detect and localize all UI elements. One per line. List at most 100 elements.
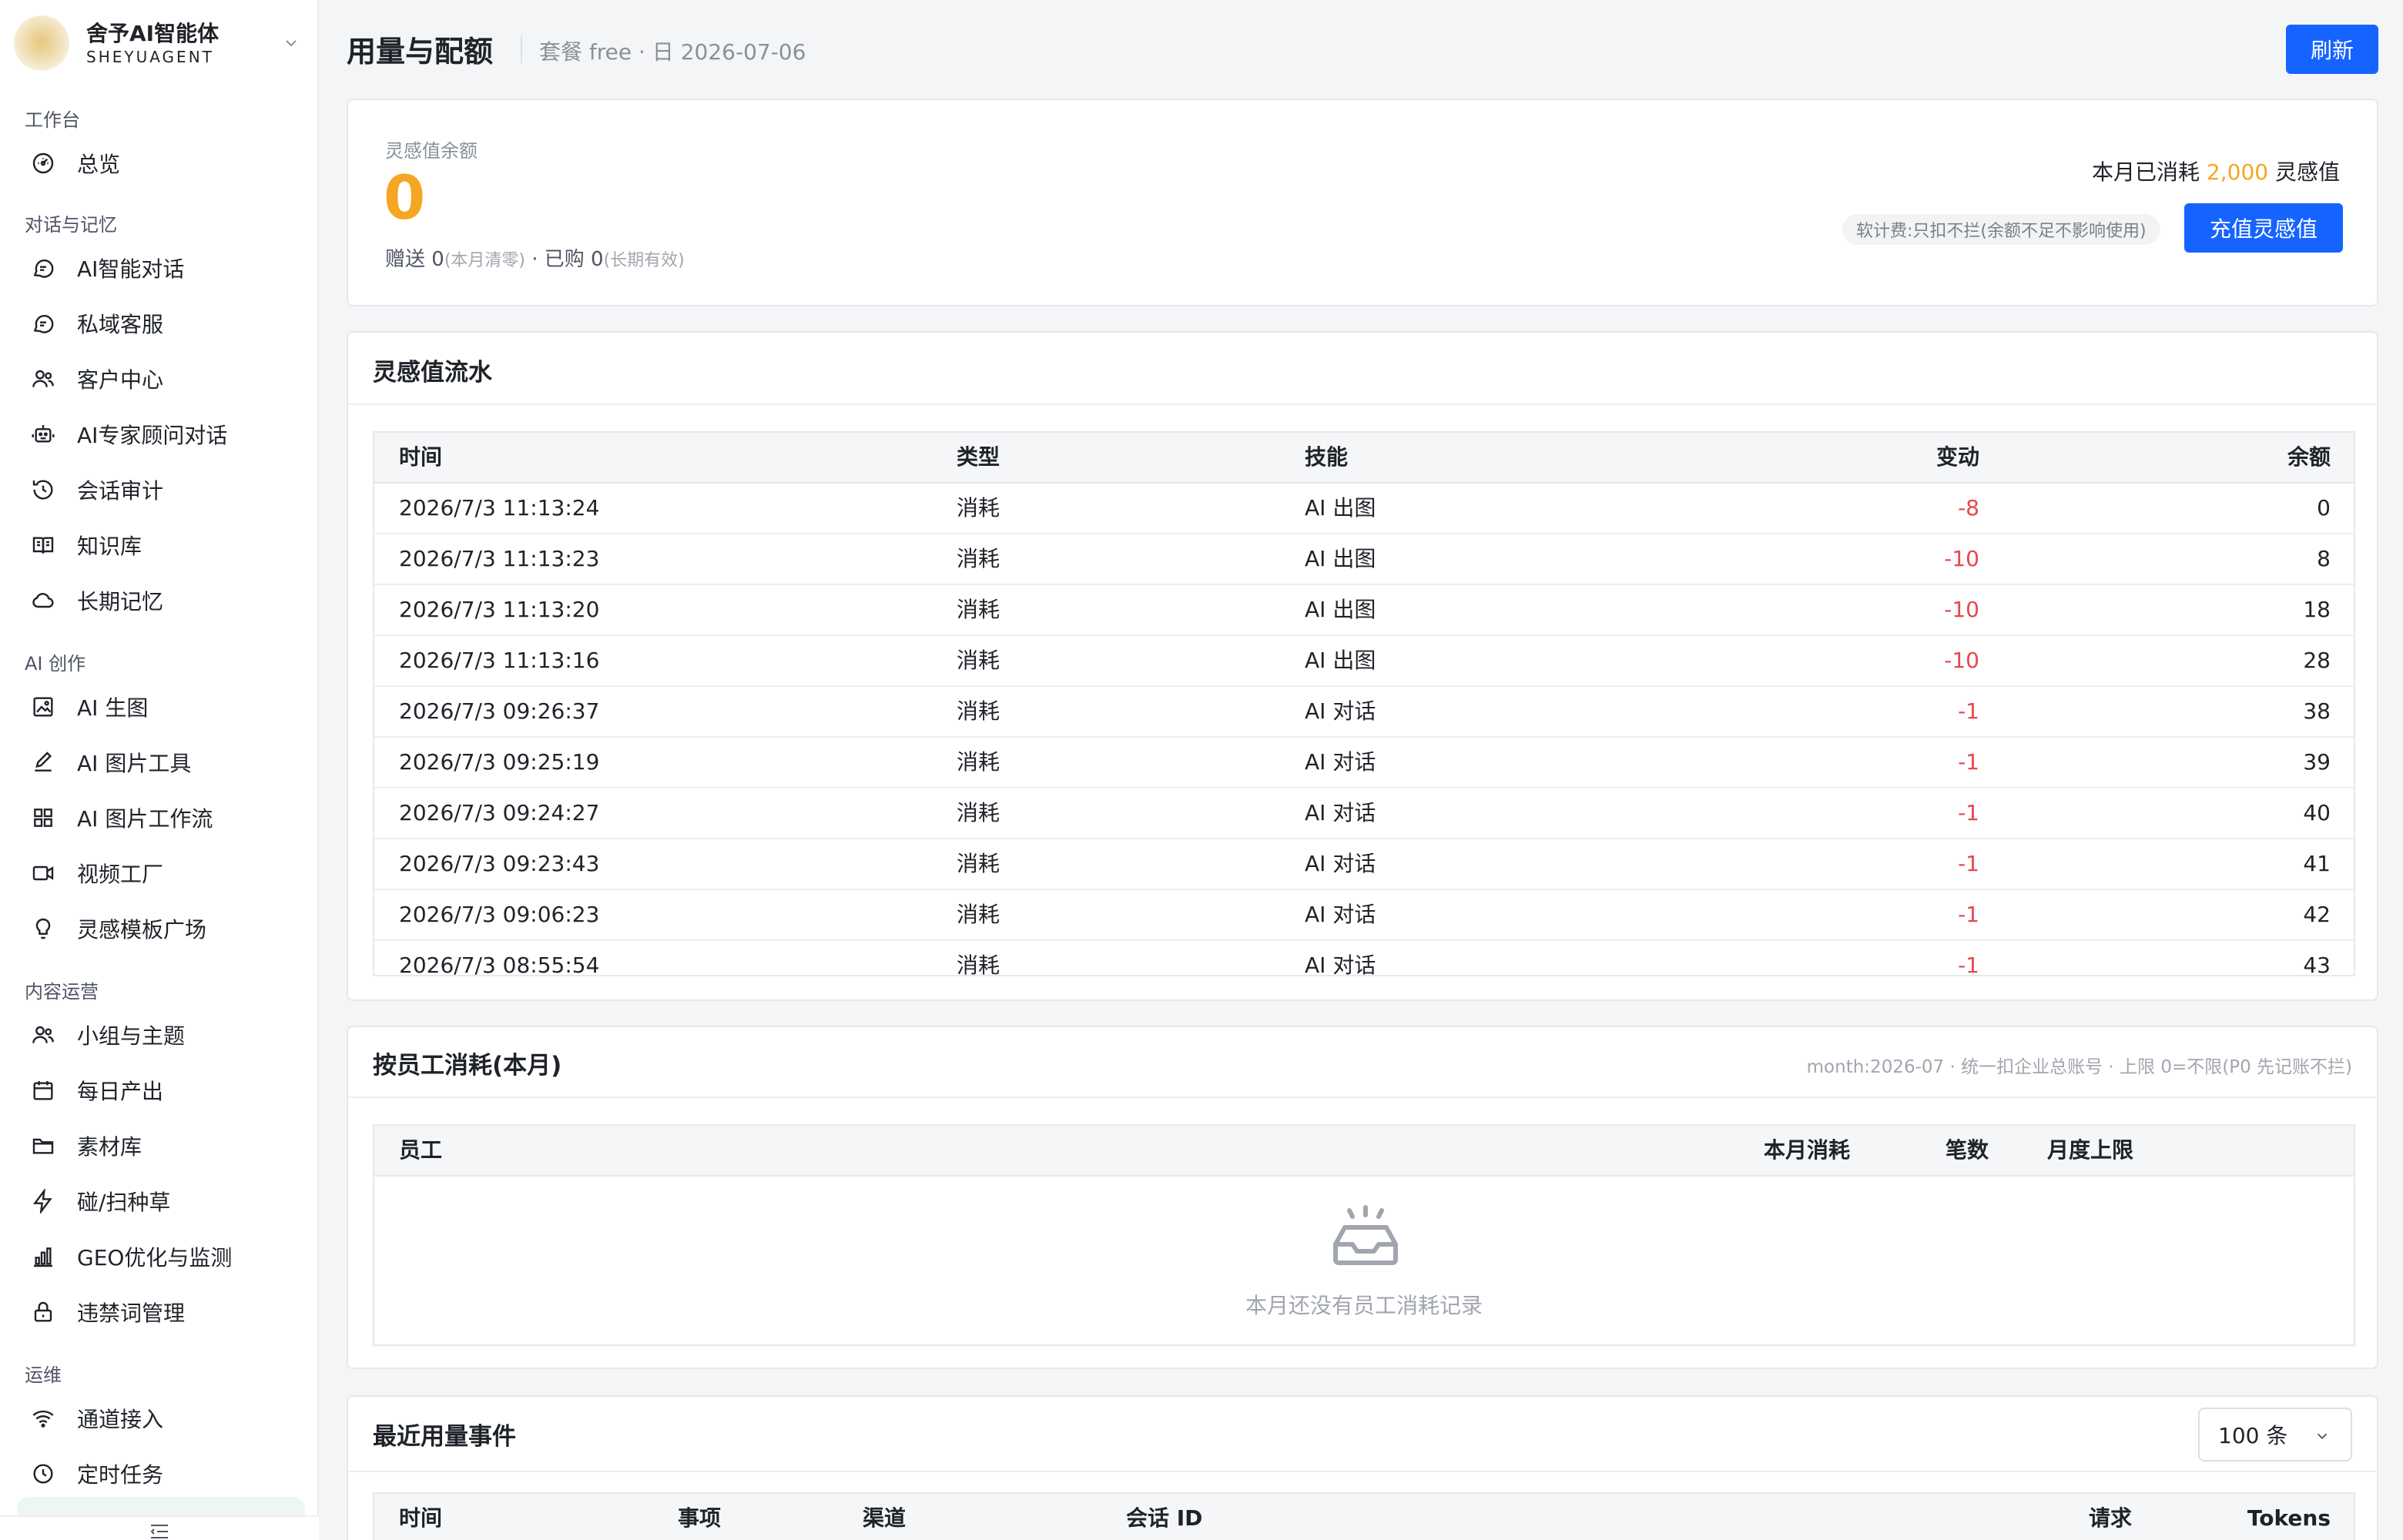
balance-card: 灵感值余额 0 赠送 0(本月清零) · 已购 0(长期有效) 本月已消耗 2,… [347, 99, 2378, 306]
billing-mode-badge: 软计费:只扣不拦(余额不足不影响使用) [1842, 214, 2160, 245]
sidebar-item-ai-image-tools[interactable]: AI 图片工具 [31, 739, 293, 785]
cell-change: -10 [1944, 648, 1979, 673]
table-row: 2026/7/3 11:13:23 消耗 AI 出图 -10 8 [374, 534, 2354, 585]
staff-table: 员工 本月消耗 笔数 月度上限 本月还没有员工消耗记录 [373, 1124, 2355, 1346]
balance-value: 0 [384, 164, 426, 233]
cell-change: -1 [1958, 698, 1979, 724]
chevron-down-icon [2317, 1433, 2328, 1440]
plan-date-meta: 套餐 free · 日 2026-07-06 [539, 39, 806, 65]
cell-skill: AI 对话 [1305, 698, 1376, 724]
sidebar-item-session-audit[interactable]: 会话审计 [31, 467, 293, 513]
sidebar-item-daily-output[interactable]: 每日产出 [31, 1067, 293, 1113]
sidebar-item-label: 灵感模板广场 [77, 917, 207, 942]
cell-skill: AI 对话 [1305, 952, 1376, 976]
sidebar-item-template-plaza[interactable]: 灵感模板广场 [31, 906, 293, 952]
cell-type: 消耗 [957, 952, 1000, 976]
clock-icon [33, 1464, 53, 1484]
sidebar-item-expert-chat[interactable]: AI专家顾问对话 [31, 411, 293, 457]
sidebar-item-private-service[interactable]: 私域客服 [31, 300, 293, 346]
cell-time: 2026/7/3 09:06:23 [399, 902, 600, 927]
book-icon [32, 537, 54, 554]
sidebar-item-label: AI 生图 [77, 695, 149, 721]
column-header-employee: 员工 [399, 1137, 443, 1163]
page-size-select[interactable]: 100 条 [2198, 1408, 2352, 1461]
page-title: 用量与配额 [347, 35, 494, 69]
sidebar: 舍予AI智能体 SHEYUAGENT 工作台 总览 对话与记忆 AI智能对话 私… [0, 0, 319, 1540]
card-divider [348, 1096, 2377, 1098]
staff-consumption-card: 按员工消耗(本月) month:2026-07 · 统一扣企业总账号 · 上限 … [347, 1026, 2378, 1369]
table-row: 2026/7/3 09:23:43 消耗 AI 对话 -1 41 [374, 839, 2354, 890]
cell-type: 消耗 [957, 495, 1000, 521]
sidebar-item-geo-monitoring[interactable]: GEO优化与监测 [31, 1234, 293, 1280]
cell-type: 消耗 [957, 851, 1000, 876]
history-icon [32, 480, 53, 500]
brand-switcher[interactable]: 舍予AI智能体 SHEYUAGENT [14, 11, 300, 75]
cell-skill: AI 对话 [1305, 851, 1376, 876]
sidebar-item-long-memory[interactable]: 长期记忆 [31, 578, 293, 624]
cell-balance: 28 [2303, 648, 2331, 673]
brand-logo [14, 15, 69, 71]
cell-change: -1 [1958, 851, 1979, 876]
cell-time: 2026/7/3 11:13:24 [399, 495, 600, 521]
events-table[interactable]: 时间 事项 渠道 会话 ID 请求 Tokens [373, 1492, 2355, 1540]
ledger-table[interactable]: 时间 类型 技能 变动 余额 2026/7/3 11:13:24 消耗 AI 出… [373, 431, 2355, 976]
ledger-title: 灵感值流水 [373, 359, 492, 387]
month-consumed-prefix: 本月已消耗 [2092, 159, 2207, 185]
cell-balance: 39 [2303, 749, 2331, 775]
sidebar-item-seeding[interactable]: 碰/扫种草 [31, 1178, 293, 1224]
nav-group-operations: 运维 [25, 1364, 62, 1386]
chevron-down-icon[interactable] [282, 34, 300, 52]
nav-group-content-ops: 内容运营 [25, 981, 99, 1003]
cell-balance: 38 [2303, 698, 2331, 724]
sidebar-item-groups-topics[interactable]: 小组与主题 [31, 1012, 293, 1058]
sidebar-item-ai-image[interactable]: AI 生图 [31, 684, 293, 730]
sidebar-item-ai-chat[interactable]: AI智能对话 [31, 245, 293, 291]
cell-type: 消耗 [957, 749, 1000, 775]
sidebar-item-ai-image-workflow[interactable]: AI 图片工作流 [31, 795, 293, 841]
sidebar-item-banned-words[interactable]: 违禁词管理 [31, 1289, 293, 1335]
column-header-count: 笔数 [1945, 1137, 1989, 1163]
sidebar-item-asset-library[interactable]: 素材库 [31, 1123, 293, 1169]
month-consumed-value: 2,000 [2206, 159, 2269, 185]
sidebar-item-overview[interactable]: 总览 [31, 140, 293, 186]
sidebar-item-video-factory[interactable]: 视频工厂 [31, 850, 293, 896]
cell-balance: 41 [2303, 851, 2331, 876]
cell-time: 2026/7/3 11:13:16 [399, 648, 600, 673]
page-size-value: 100 条 [2218, 1423, 2288, 1448]
recent-events-card: 最近用量事件 100 条 时间 事项 渠道 会话 ID 请求 Tokens [347, 1395, 2378, 1540]
table-row: 2026/7/3 09:26:37 消耗 AI 对话 -1 38 [374, 687, 2354, 738]
cell-change: -1 [1958, 952, 1979, 976]
edit-icon [35, 752, 52, 772]
table-row: 2026/7/3 08:55:54 消耗 AI 对话 -1 43 [374, 941, 2354, 976]
cell-balance: 8 [2317, 546, 2331, 571]
recharge-button[interactable]: 充值灵感值 [2184, 203, 2343, 253]
sidebar-item-label: 碰/扫种草 [77, 1190, 171, 1215]
cell-type: 消耗 [957, 800, 1000, 825]
cell-balance: 18 [2303, 597, 2331, 622]
cell-change: -10 [1944, 597, 1979, 622]
sidebar-item-customers[interactable]: 客户中心 [31, 356, 293, 402]
recent-events-title: 最近用量事件 [373, 1423, 516, 1451]
card-divider [348, 1471, 2377, 1472]
sidebar-item-label: 视频工厂 [77, 862, 164, 887]
staff-consumption-title: 按员工消耗(本月) [373, 1052, 562, 1080]
sidebar-item-channel-access[interactable]: 通道接入 [31, 1395, 293, 1441]
column-header-balance: 余额 [2287, 444, 2331, 470]
table-row: 2026/7/3 11:13:16 消耗 AI 出图 -10 28 [374, 636, 2354, 687]
table-row: 2026/7/3 09:06:23 消耗 AI 对话 -1 42 [374, 890, 2354, 941]
sidebar-item-scheduled-tasks[interactable]: 定时任务 [31, 1451, 293, 1497]
table-row: 2026/7/3 09:24:27 消耗 AI 对话 -1 40 [374, 788, 2354, 839]
sidebar-item-label: AI专家顾问对话 [77, 423, 228, 448]
sidebar-item-knowledge-base[interactable]: 知识库 [31, 522, 293, 568]
cell-skill: AI 对话 [1305, 800, 1376, 825]
collapse-sidebar-icon[interactable] [149, 1523, 169, 1540]
refresh-button[interactable]: 刷新 [2286, 25, 2378, 74]
column-header-monthly-limit: 月度上限 [2047, 1137, 2134, 1163]
ledger-card: 灵感值流水 时间 类型 技能 变动 余额 2026/7/3 11:13:24 消… [347, 331, 2378, 1001]
column-header-requests: 请求 [2088, 1505, 2132, 1531]
sidebar-item-label: 每日产出 [77, 1079, 164, 1104]
column-header-time: 时间 [399, 444, 443, 470]
cell-change: -8 [1958, 495, 1979, 521]
cell-change: -1 [1958, 902, 1979, 927]
staff-consumption-note: month:2026-07 · 统一扣企业总账号 · 上限 0=不限(P0 先记… [1806, 1057, 2352, 1077]
